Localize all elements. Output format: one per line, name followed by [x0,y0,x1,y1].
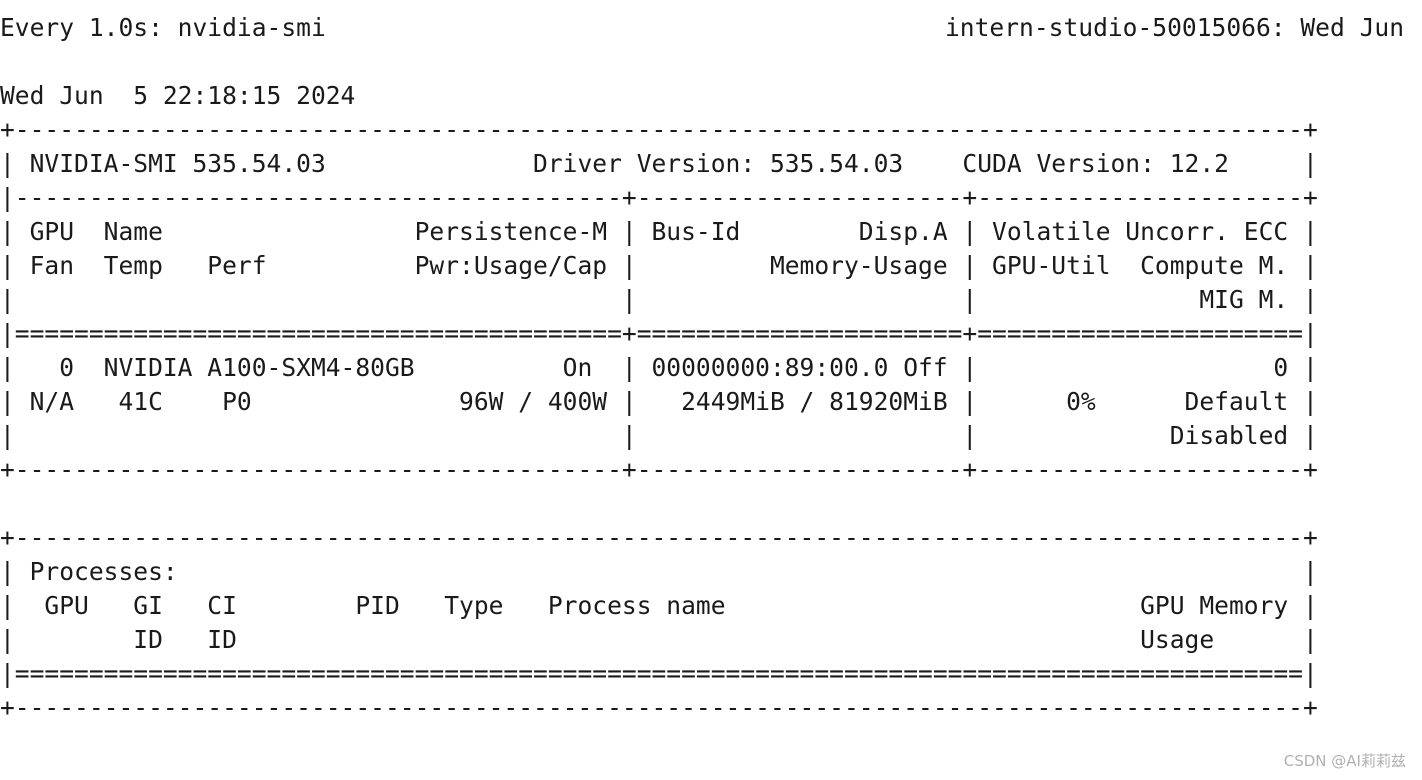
gpu-row: | | | Disabled | [0,421,1318,450]
timestamp: Wed Jun 5 22:18:15 2024 [0,81,356,110]
version-line: | NVIDIA-SMI 535.54.03 Driver Version: 5… [0,149,1318,178]
table-double-separator: |=======================================… [0,659,1318,688]
watermark: CSDN @AI莉莉兹 [1283,752,1406,770]
column-header-row: | ID ID Usage | [0,625,1318,654]
column-header-row: | GPU GI CI PID Type Process name GPU Me… [0,591,1318,620]
column-header-row: | Fan Temp Perf Pwr:Usage/Cap | Memory-U… [0,251,1318,280]
table-border-bottom: +---------------------------------------… [0,455,1318,484]
table-border-top: +---------------------------------------… [0,523,1318,552]
table-border-bottom: +---------------------------------------… [0,693,1318,722]
gpu-row: | 0 NVIDIA A100-SXM4-80GB On | 00000000:… [0,353,1318,382]
gpu-status-table: +---------------------------------------… [0,113,1422,487]
host-and-time: intern-studio-50015066: Wed Jun [945,13,1405,42]
column-header-row: | | | MIG M. | [0,285,1318,314]
table-separator: |---------------------------------------… [0,183,1318,212]
processes-table: +---------------------------------------… [0,521,1422,725]
watch-header: Every 1.0s: nvidia-smi intern-studio-500… [0,11,1422,45]
processes-title: | Processes: | [0,557,1318,586]
terminal-output: Every 1.0s: nvidia-smi intern-studio-500… [0,11,1422,725]
column-header-row: | GPU Name Persistence-M | Bus-Id Disp.A… [0,217,1318,246]
watch-command: Every 1.0s: nvidia-smi [0,13,326,42]
gpu-row: | N/A 41C P0 96W / 400W | 2449MiB / 8192… [0,387,1318,416]
table-border-top: +---------------------------------------… [0,115,1318,144]
table-double-separator: |=======================================… [0,319,1318,348]
